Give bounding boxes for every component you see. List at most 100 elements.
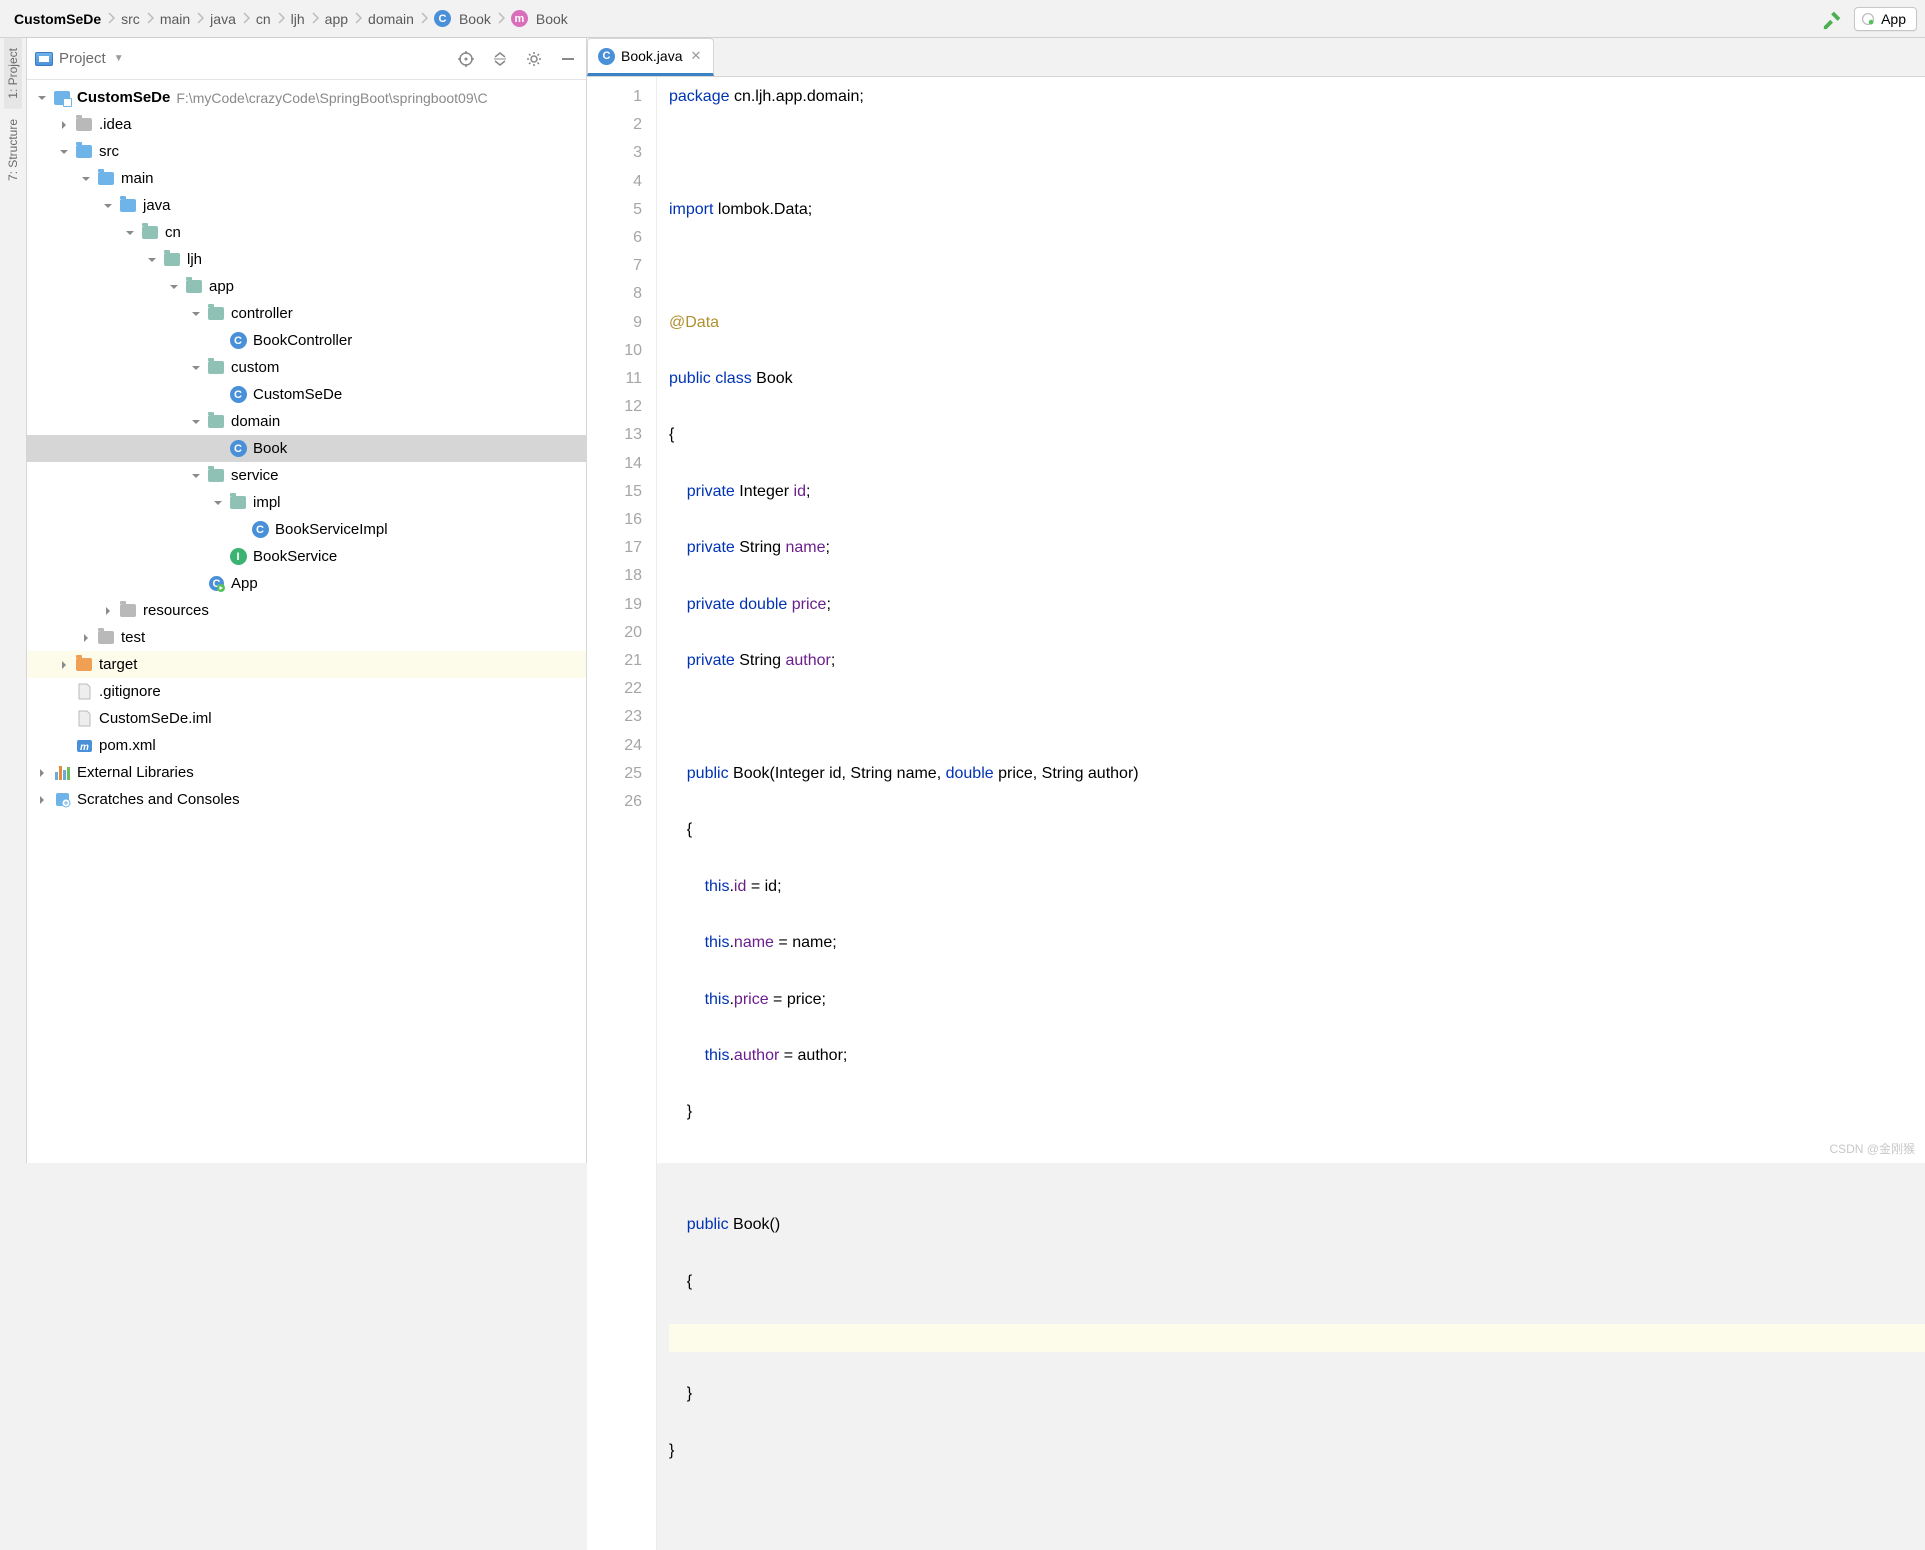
cls-icon: C [229, 386, 247, 404]
tree-node-target[interactable]: target [27, 651, 586, 678]
tree-twisty[interactable] [35, 766, 49, 780]
breadcrumb-item[interactable]: CustomSeDe [8, 11, 107, 27]
tree-twisty[interactable] [123, 226, 137, 240]
fgrey-icon [119, 602, 137, 620]
tree-twisty[interactable] [167, 280, 181, 294]
forange-icon [75, 656, 93, 674]
tree-node-domain[interactable]: domain [27, 408, 586, 435]
class-icon: C [598, 48, 615, 65]
filem-icon: m [75, 737, 93, 755]
iface-icon: I [229, 548, 247, 566]
breadcrumb-item[interactable]: src [115, 11, 146, 27]
tree-node-CustomSeDe[interactable]: CCustomSeDe [27, 381, 586, 408]
tree-twisty[interactable] [189, 469, 203, 483]
close-icon[interactable]: ✕ [688, 48, 703, 64]
tree-twisty[interactable] [145, 253, 159, 267]
tree-twisty[interactable] [35, 793, 49, 807]
tree-node-app[interactable]: app [27, 273, 586, 300]
fgrey-icon [75, 116, 93, 134]
tree-node-idea[interactable]: .idea [27, 111, 586, 138]
tree-twisty[interactable] [189, 307, 203, 321]
sidebar-title[interactable]: Project [59, 50, 106, 67]
tree-node-pom[interactable]: mpom.xml [27, 732, 586, 759]
tree-node-scratches[interactable]: Scratches and Consoles [27, 786, 586, 813]
code-editor[interactable]: 1234567891011121314151617181920212223242… [587, 77, 1925, 1550]
cls-icon: C [251, 521, 269, 539]
fteal-icon [207, 467, 225, 485]
tree-twisty[interactable] [101, 199, 115, 213]
fteal-icon [141, 224, 159, 242]
tree-twisty[interactable] [189, 415, 203, 429]
breadcrumb-item[interactable]: app [319, 11, 354, 27]
run-config-label: App [1881, 11, 1906, 27]
tree-node-BookController[interactable]: CBookController [27, 327, 586, 354]
tree-node-BookServiceImpl[interactable]: CBookServiceImpl [27, 516, 586, 543]
editor-tabs: C Book.java ✕ [587, 38, 1925, 77]
fteal-icon [229, 494, 247, 512]
breadcrumb-bar: CustomSeDe srcmain javacnljhapp domain CBook… [0, 0, 1925, 38]
line-gutter: 1234567891011121314151617181920212223242… [587, 77, 657, 1550]
project-sidebar: Project ▼ CustomSeDeF:\myCode\crazyCode\… [27, 38, 587, 1163]
tree-node-resources[interactable]: resources [27, 597, 586, 624]
tree-node-test[interactable]: test [27, 624, 586, 651]
fblue-icon [97, 170, 115, 188]
tree-node-Book[interactable]: CBook [27, 435, 586, 462]
tree-twisty[interactable] [79, 631, 93, 645]
tree-twisty[interactable] [57, 658, 71, 672]
breadcrumb-item[interactable]: main [154, 11, 196, 27]
breadcrumb-item[interactable]: ljh [285, 11, 311, 27]
tree-node-ljh[interactable]: ljh [27, 246, 586, 273]
tree-node-root[interactable]: CustomSeDeF:\myCode\crazyCode\SpringBoot… [27, 84, 586, 111]
editor-area: C Book.java ✕ 12345678910111213141516171… [587, 38, 1925, 1163]
tree-node-java[interactable]: java [27, 192, 586, 219]
tree-twisty[interactable] [57, 118, 71, 132]
file-icon [75, 683, 93, 701]
sidebar-header: Project ▼ [27, 38, 586, 80]
run-config-icon [1861, 12, 1875, 26]
chevron-down-icon[interactable]: ▼ [114, 53, 124, 64]
fblue-icon [75, 143, 93, 161]
minimize-icon[interactable] [558, 49, 578, 69]
tree-node-gitignore[interactable]: .gitignore [27, 678, 586, 705]
tool-tab-project[interactable]: 1: Project [4, 38, 22, 109]
tree-node-App[interactable]: CApp [27, 570, 586, 597]
tree-twisty[interactable] [79, 172, 93, 186]
bars-icon [53, 764, 71, 782]
tree-twisty[interactable] [189, 361, 203, 375]
tree-node-BookService[interactable]: IBookService [27, 543, 586, 570]
cls-icon: C [229, 440, 247, 458]
locate-icon[interactable] [456, 49, 476, 69]
tree-node-impl[interactable]: impl [27, 489, 586, 516]
tree-twisty[interactable] [57, 145, 71, 159]
tree-node-custom[interactable]: custom [27, 354, 586, 381]
expand-all-icon[interactable] [490, 49, 510, 69]
tree-node-src[interactable]: src [27, 138, 586, 165]
breadcrumb-item[interactable]: cn [250, 11, 277, 27]
tree-node-cn[interactable]: cn [27, 219, 586, 246]
project-tree[interactable]: CustomSeDeF:\myCode\crazyCode\SpringBoot… [27, 80, 586, 1163]
tree-twisty[interactable] [101, 604, 115, 618]
tree-node-service[interactable]: service [27, 462, 586, 489]
project-view-icon [35, 52, 53, 66]
tree-twisty[interactable] [211, 496, 225, 510]
module-icon [53, 89, 71, 107]
run-icon: C [207, 575, 225, 593]
fteal-icon [163, 251, 181, 269]
breadcrumb-item[interactable]: java [204, 11, 242, 27]
tree-node-controller[interactable]: controller [27, 300, 586, 327]
breadcrumb-item[interactable]: mBook [505, 10, 574, 27]
build-icon[interactable] [1822, 8, 1844, 30]
tree-node-main[interactable]: main [27, 165, 586, 192]
fgrey-icon [97, 629, 115, 647]
fblue-icon [119, 197, 137, 215]
tree-node-extlib[interactable]: External Libraries [27, 759, 586, 786]
tree-twisty[interactable] [35, 91, 49, 105]
editor-tab[interactable]: C Book.java ✕ [587, 38, 714, 76]
breadcrumb-item[interactable]: CBook [428, 10, 497, 27]
tool-tab-structure[interactable]: 7: Structure [4, 109, 22, 191]
run-config-selector[interactable]: App [1854, 7, 1917, 31]
breadcrumb-item[interactable]: domain [362, 11, 420, 27]
code-content[interactable]: package cn.ljh.app.domain; import lombok… [657, 77, 1925, 1550]
settings-icon[interactable] [524, 49, 544, 69]
tree-node-iml[interactable]: CustomSeDe.iml [27, 705, 586, 732]
